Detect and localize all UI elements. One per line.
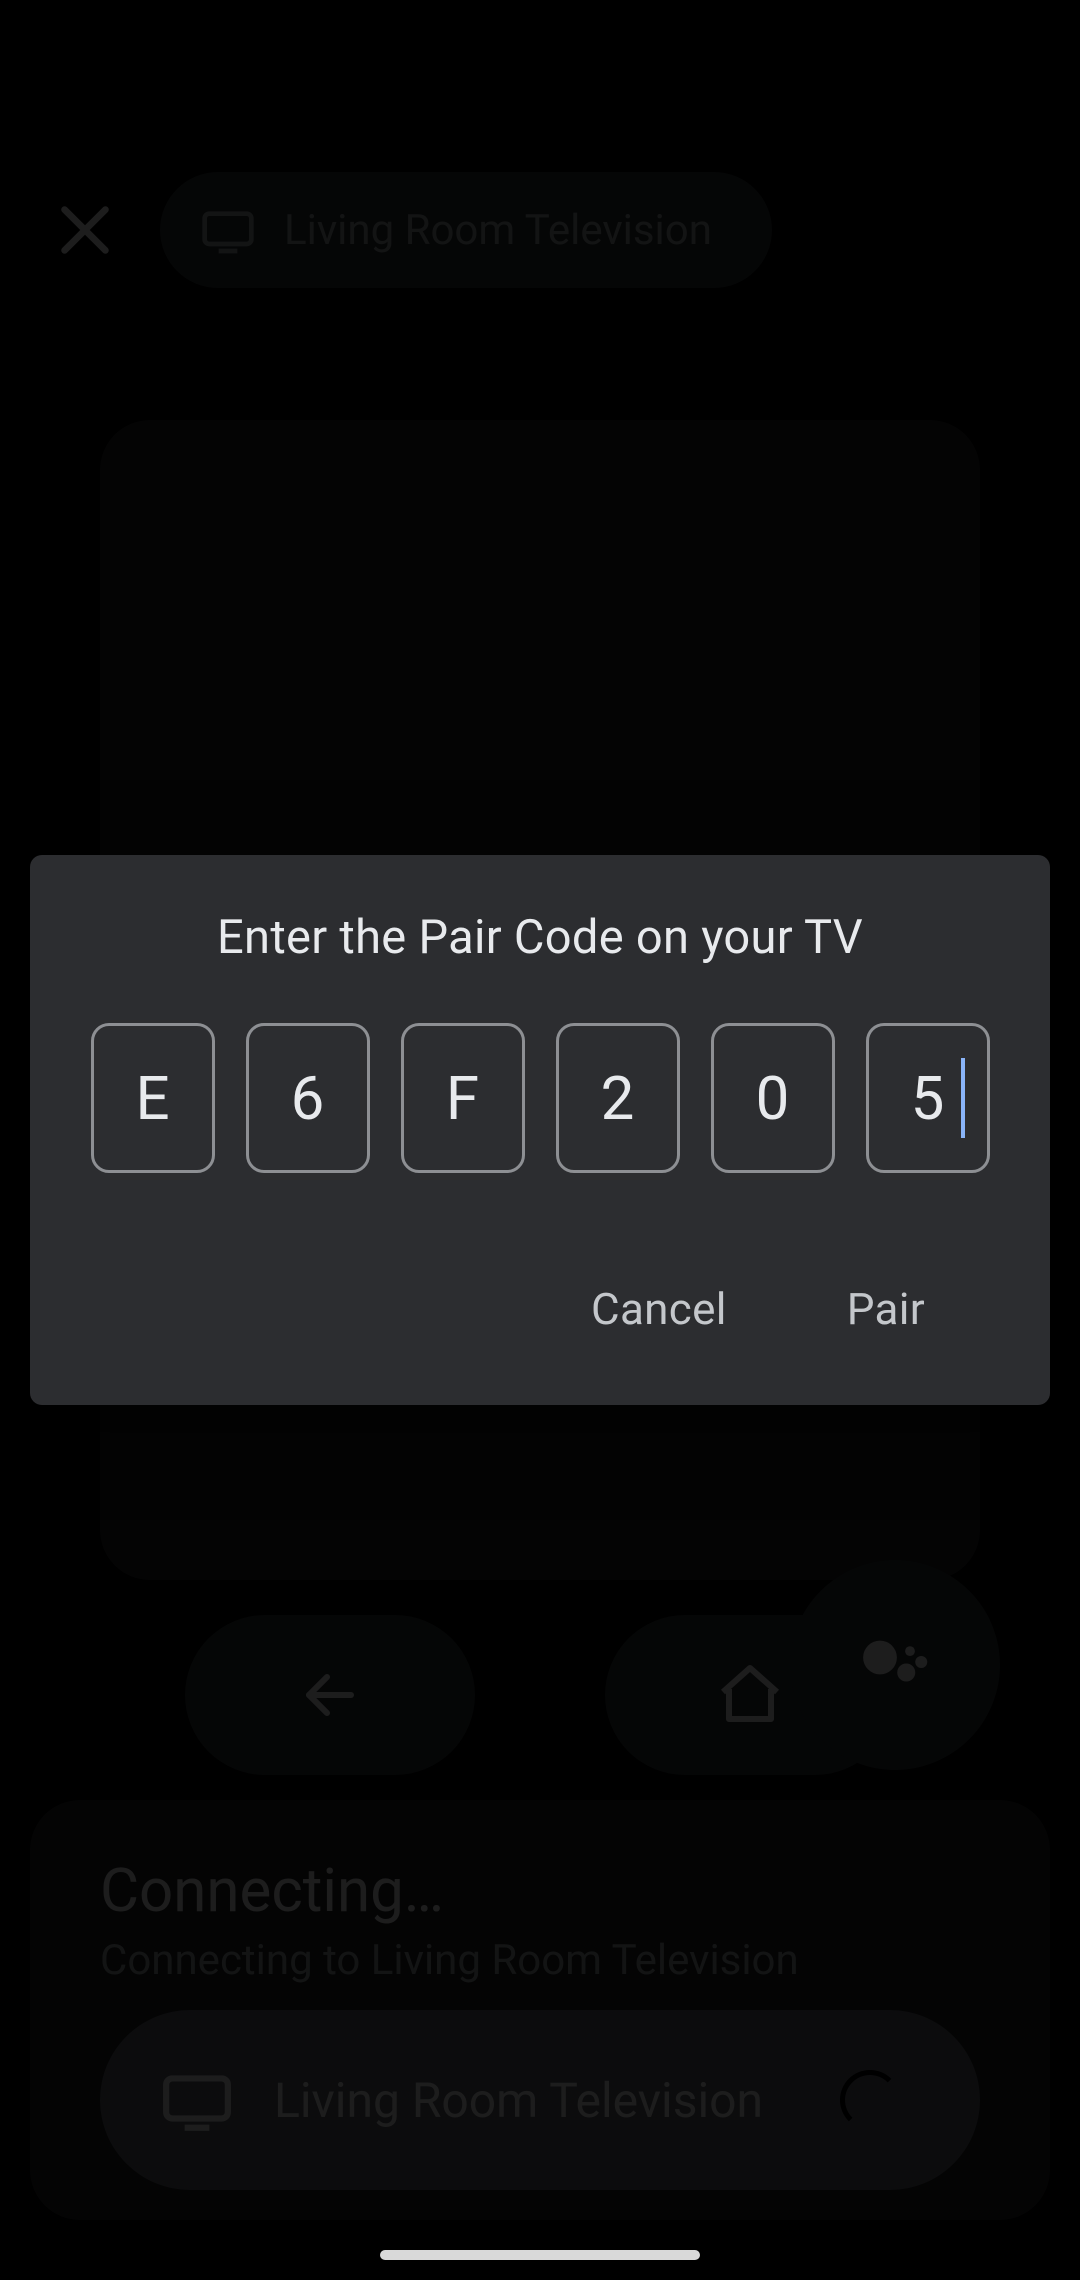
pair-code-row: E 6 F 2 0 5: [85, 1023, 995, 1173]
pair-code-dialog: Enter the Pair Code on your TV E 6 F 2 0…: [30, 855, 1050, 1405]
code-cell-4[interactable]: 0: [711, 1023, 835, 1173]
code-cell-3[interactable]: 2: [556, 1023, 680, 1173]
cancel-button[interactable]: Cancel: [591, 1283, 727, 1335]
code-cell-1[interactable]: 6: [246, 1023, 370, 1173]
gesture-nav-handle[interactable]: [380, 2250, 700, 2260]
code-val-2: F: [446, 1063, 479, 1134]
code-val-1: 6: [291, 1063, 325, 1134]
pair-button[interactable]: Pair: [847, 1283, 925, 1335]
code-val-3: 2: [601, 1063, 635, 1134]
code-val-4: 0: [756, 1063, 790, 1134]
code-val-5: 5: [911, 1063, 945, 1134]
dialog-title: Enter the Pair Code on your TV: [85, 910, 995, 965]
code-cell-0[interactable]: E: [91, 1023, 215, 1173]
code-cell-2[interactable]: F: [401, 1023, 525, 1173]
code-val-0: E: [135, 1063, 169, 1134]
dialog-actions: Cancel Pair: [85, 1283, 995, 1350]
code-cell-5[interactable]: 5: [866, 1023, 990, 1173]
